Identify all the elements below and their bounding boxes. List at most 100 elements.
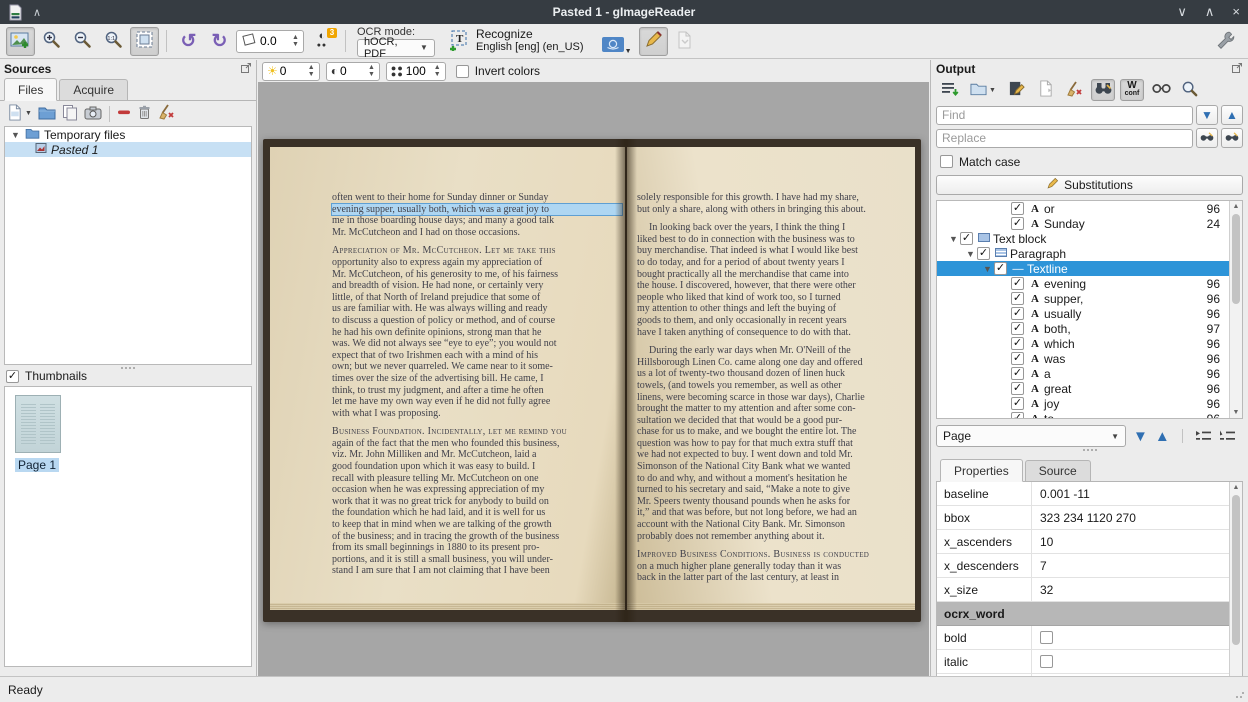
- detach-icon[interactable]: [240, 62, 252, 77]
- word-checkbox[interactable]: ✓: [1011, 292, 1024, 305]
- expander-icon[interactable]: ▼: [947, 234, 960, 244]
- find-input[interactable]: [936, 106, 1193, 125]
- output-preview-button[interactable]: [1149, 79, 1173, 101]
- spinner-arrows[interactable]: ▲▼: [432, 64, 443, 78]
- word-checkbox[interactable]: ✓: [1011, 412, 1024, 419]
- spinner-arrows[interactable]: ▲▼: [306, 64, 317, 78]
- find-next-button[interactable]: ▼: [1196, 105, 1218, 125]
- chevron-up-icon[interactable]: ∧: [33, 6, 41, 19]
- scroll-down-icon[interactable]: ▼: [1230, 409, 1242, 416]
- property-value[interactable]: 32: [1040, 583, 1053, 597]
- delete-source-button[interactable]: [137, 104, 152, 123]
- output-find-replace-toggle[interactable]: [1091, 79, 1115, 101]
- word-checkbox[interactable]: ✓: [977, 247, 990, 260]
- hocr-row-paragraph[interactable]: ▼✓Paragraph: [937, 246, 1242, 261]
- image-canvas[interactable]: often went to their home for Sunday dinn…: [258, 82, 929, 676]
- word-checkbox[interactable]: ✓: [1011, 217, 1024, 230]
- hocr-row-joy[interactable]: ✓Ajoy96: [937, 396, 1242, 411]
- spinner-arrows[interactable]: ▲▼: [290, 34, 301, 48]
- tab-source[interactable]: Source: [1025, 460, 1091, 481]
- word-checkbox[interactable]: ✓: [1011, 397, 1024, 410]
- word-checkbox[interactable]: ✓: [1011, 367, 1024, 380]
- display-options-button[interactable]: ◐ ●● 3: [306, 27, 338, 56]
- sources-folder-row[interactable]: ▼ Temporary files: [5, 127, 251, 142]
- expander-icon[interactable]: ▼: [981, 264, 994, 274]
- expand-all-button[interactable]: [1195, 429, 1212, 444]
- scrollbar[interactable]: ▲ ▼: [1229, 201, 1242, 418]
- rotate-right-button[interactable]: ↻: [205, 27, 234, 56]
- scrollbar[interactable]: ▲ ▼: [1229, 482, 1242, 701]
- clear-sources-button[interactable]: [158, 104, 175, 123]
- contrast-input[interactable]: [340, 64, 366, 78]
- word-checkbox[interactable]: ✓: [1011, 202, 1024, 215]
- brightness-input[interactable]: [280, 64, 306, 78]
- resize-grip[interactable]: [1235, 689, 1245, 699]
- hocr-row-great[interactable]: ✓Agreat96: [937, 381, 1242, 396]
- replace-button[interactable]: [1196, 128, 1218, 148]
- resolution-spinner[interactable]: ●●●● ▲▼: [386, 62, 446, 81]
- thumbnails-checkbox[interactable]: ✓: [6, 370, 19, 383]
- add-image-button[interactable]: [6, 27, 35, 56]
- zoom-original-button[interactable]: 1:1: [99, 27, 128, 56]
- scroll-up-icon[interactable]: ▲: [1230, 484, 1242, 491]
- remove-source-button[interactable]: [117, 105, 131, 122]
- word-checkbox[interactable]: ✓: [1011, 307, 1024, 320]
- replace-input[interactable]: [936, 129, 1193, 148]
- add-file-button[interactable]: ▼: [6, 104, 32, 124]
- prev-item-button[interactable]: ▲: [1155, 428, 1170, 445]
- close-button[interactable]: ×: [1232, 4, 1240, 20]
- hocr-row-supper[interactable]: ✓Asupper,96: [937, 291, 1242, 306]
- zoom-in-button[interactable]: [37, 27, 66, 56]
- expander-icon[interactable]: ▼: [11, 130, 21, 140]
- property-value[interactable]: 0.001 -11: [1040, 487, 1090, 501]
- brightness-spinner[interactable]: ☀ ▲▼: [262, 62, 320, 81]
- word-checkbox[interactable]: ✓: [960, 232, 973, 245]
- ocr-mode-select[interactable]: hOCR, PDF▼: [357, 39, 435, 57]
- output-export-button[interactable]: [1033, 79, 1057, 101]
- rotation-angle-spinner[interactable]: ▲▼: [236, 30, 304, 53]
- detach-icon[interactable]: [1231, 62, 1243, 77]
- open-folder-button[interactable]: [38, 105, 56, 123]
- splitter-handle[interactable]: [936, 448, 1243, 452]
- spinner-arrows[interactable]: ▲▼: [366, 64, 377, 78]
- output-confidence-toggle[interactable]: W conf: [1120, 79, 1144, 101]
- sources-file-row[interactable]: Pasted 1: [5, 142, 251, 157]
- hocr-row-sunday[interactable]: ✓ASunday24: [937, 216, 1242, 231]
- thumbnail-page-label[interactable]: Page 1: [15, 458, 59, 472]
- settings-button[interactable]: [1216, 30, 1236, 53]
- collapse-all-button[interactable]: [1219, 429, 1236, 444]
- output-append-button[interactable]: [938, 79, 962, 101]
- word-checkbox[interactable]: ✓: [1011, 322, 1024, 335]
- zoom-fit-button[interactable]: [130, 27, 159, 56]
- output-clear-button[interactable]: [1062, 79, 1086, 101]
- invert-colors-checkbox[interactable]: [456, 65, 469, 78]
- maximize-button[interactable]: ∧: [1205, 4, 1215, 20]
- property-value[interactable]: 7: [1040, 559, 1047, 573]
- replace-all-button[interactable]: [1221, 128, 1243, 148]
- edit-button[interactable]: [639, 27, 668, 56]
- paste-button[interactable]: [62, 104, 78, 124]
- hocr-row-which[interactable]: ✓Awhich96: [937, 336, 1242, 351]
- hocr-row-or[interactable]: ✓Aor96: [937, 201, 1242, 216]
- page-filter-select[interactable]: Page▼: [936, 425, 1126, 447]
- tab-files[interactable]: Files: [4, 78, 57, 101]
- output-edit-button[interactable]: [1004, 79, 1028, 101]
- hocr-row-evening[interactable]: ✓Aevening96: [937, 276, 1242, 291]
- property-checkbox[interactable]: [1040, 655, 1053, 668]
- page-thumbnail[interactable]: [15, 395, 61, 453]
- hocr-row-usually[interactable]: ✓Ausually96: [937, 306, 1242, 321]
- recognize-button[interactable]: T Recognize English [eng] (en_US): [441, 26, 591, 56]
- hocr-row-a[interactable]: ✓Aa96: [937, 366, 1242, 381]
- find-prev-button[interactable]: ▲: [1221, 105, 1243, 125]
- tab-acquire[interactable]: Acquire: [59, 79, 128, 100]
- output-zoom-button[interactable]: [1178, 79, 1202, 101]
- resolution-input[interactable]: [406, 64, 432, 78]
- hocr-row-both[interactable]: ✓Aboth,97: [937, 321, 1242, 336]
- property-checkbox[interactable]: [1040, 631, 1053, 644]
- word-checkbox[interactable]: ✓: [1011, 382, 1024, 395]
- rotate-left-button[interactable]: ↺: [174, 27, 203, 56]
- export-button[interactable]: [670, 27, 699, 56]
- scroll-up-icon[interactable]: ▲: [1230, 203, 1242, 210]
- tab-properties[interactable]: Properties: [940, 459, 1023, 482]
- hocr-row-textblock[interactable]: ▼✓Text block: [937, 231, 1242, 246]
